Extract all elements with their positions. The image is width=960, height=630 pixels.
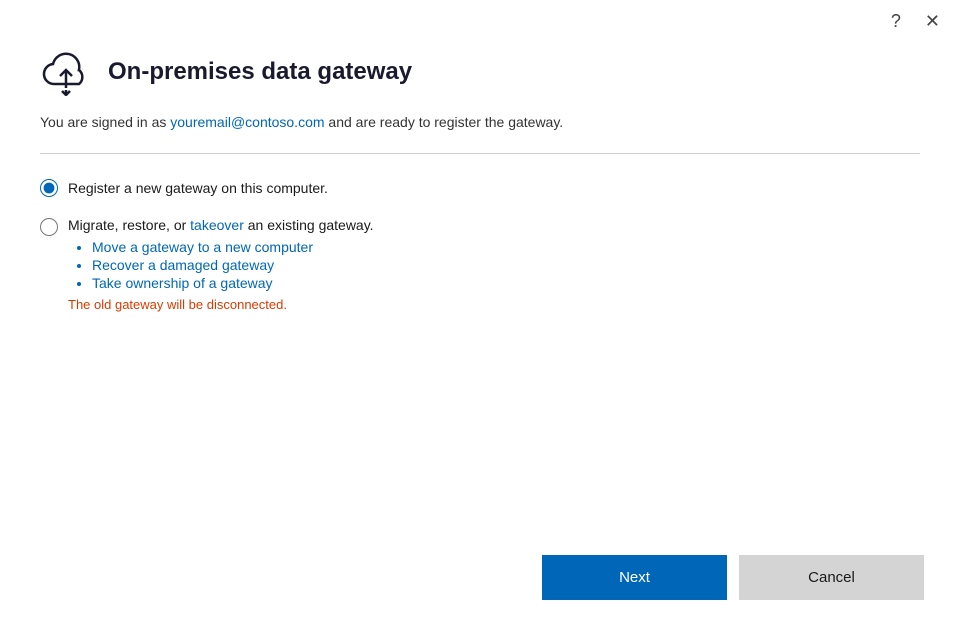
signed-in-suffix: and are ready to register the gateway. — [325, 114, 564, 130]
migrate-label: Migrate, restore, or takeover an existin… — [68, 217, 374, 233]
signed-in-prefix: You are signed in as — [40, 114, 170, 130]
dialog-content: On-premises data gateway You are signed … — [0, 38, 960, 539]
title-bar: ? ✕ — [0, 0, 960, 38]
cancel-button[interactable]: Cancel — [739, 555, 924, 600]
signed-in-text: You are signed in as youremail@contoso.c… — [40, 112, 920, 133]
user-email: youremail@contoso.com — [170, 114, 324, 130]
next-button[interactable]: Next — [542, 555, 727, 600]
header-row: On-premises data gateway — [40, 48, 920, 96]
disconnect-note: The old gateway will be disconnected. — [68, 297, 374, 312]
close-button[interactable]: ✕ — [919, 10, 946, 32]
migrate-label-suffix: an existing gateway. — [244, 217, 374, 233]
bullet-move-gateway: Move a gateway to a new computer — [92, 239, 374, 255]
takeover-link[interactable]: takeover — [190, 217, 244, 233]
radio-migrate[interactable] — [40, 218, 58, 236]
radio-register-label: Register a new gateway on this computer. — [68, 178, 328, 199]
bullet-list: Move a gateway to a new computer Recover… — [74, 239, 374, 291]
migrate-section: Migrate, restore, or takeover an existin… — [68, 217, 374, 312]
bullet-take-ownership: Take ownership of a gateway — [92, 275, 374, 291]
radio-options: Register a new gateway on this computer.… — [40, 178, 920, 312]
dialog-container: ? ✕ On-premises data gateway You are sig… — [0, 0, 960, 630]
radio-option-register: Register a new gateway on this computer. — [40, 178, 920, 199]
migrate-label-prefix: Migrate, restore, or — [68, 217, 190, 233]
radio-register[interactable] — [40, 179, 58, 197]
dialog-title: On-premises data gateway — [108, 58, 412, 86]
dialog-footer: Next Cancel — [0, 539, 960, 630]
help-button[interactable]: ? — [885, 10, 907, 32]
section-divider — [40, 153, 920, 154]
cloud-upload-icon — [40, 48, 92, 96]
radio-option-migrate: Migrate, restore, or takeover an existin… — [40, 217, 920, 312]
bullet-recover-gateway: Recover a damaged gateway — [92, 257, 374, 273]
